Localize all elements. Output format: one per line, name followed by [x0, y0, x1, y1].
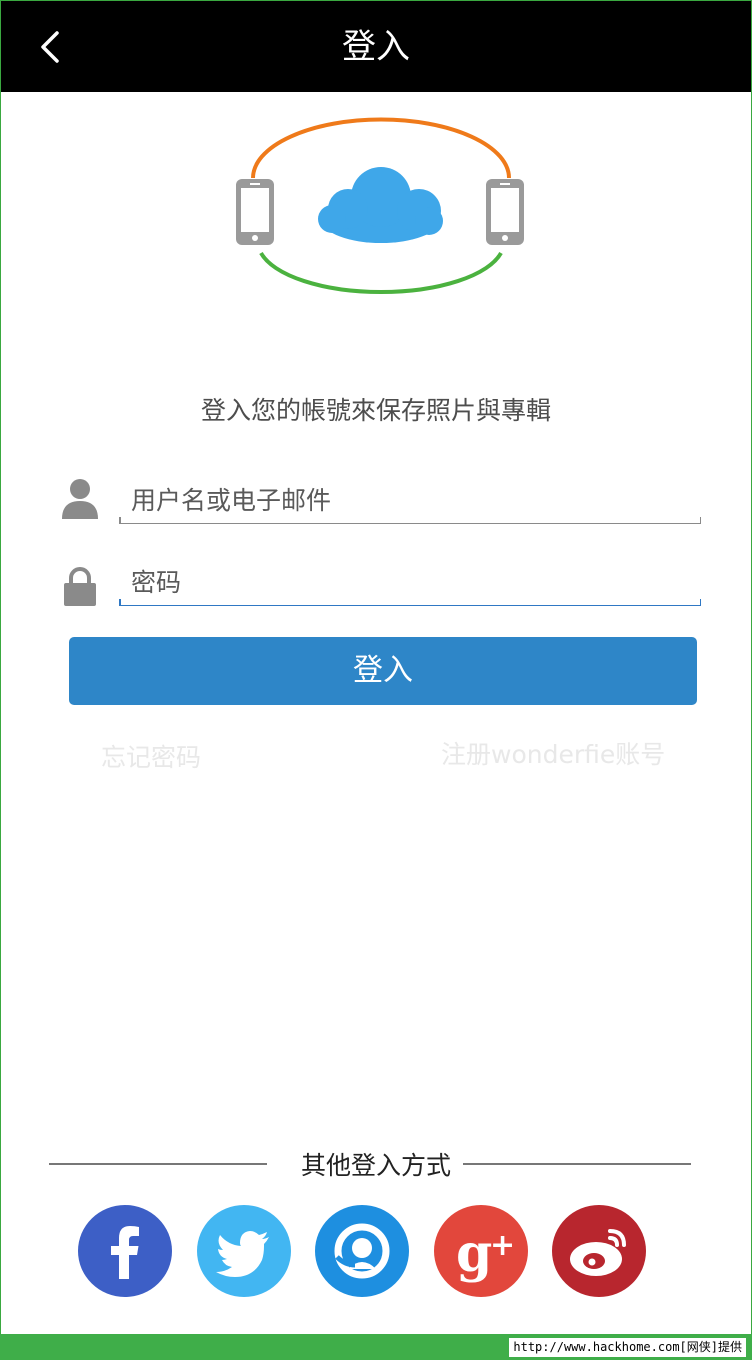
sync-arc-bottom — [259, 252, 503, 295]
phone-right-icon — [486, 179, 524, 245]
password-field — [119, 561, 701, 606]
twitter-icon — [216, 1231, 269, 1277]
svg-text:+: + — [490, 1228, 515, 1263]
watermark-text: http://www.hackhome.com[网侠]提供 — [509, 1338, 746, 1357]
weibo-login-button[interactable] — [552, 1205, 646, 1297]
page-title: 登入 — [342, 27, 410, 67]
username-input[interactable] — [131, 479, 691, 521]
password-input[interactable] — [131, 561, 691, 603]
qq-login-button[interactable] — [315, 1205, 409, 1297]
weibo-icon — [570, 1229, 626, 1276]
lock-icon — [64, 567, 96, 606]
svg-text:g: g — [456, 1223, 492, 1284]
login-screen: 登入 登入您的帳號來保存照片與專輯 用户名或电子邮件 登入 忘记密码 注册won… — [0, 0, 752, 1335]
qq-icon — [334, 1223, 390, 1279]
cloud-sync-illustration — [236, 117, 524, 295]
phone-left-icon — [236, 179, 274, 245]
facebook-icon — [111, 1226, 139, 1279]
facebook-login-button[interactable] — [78, 1205, 172, 1297]
google-plus-icon: g + — [456, 1223, 515, 1284]
username-field — [119, 479, 701, 524]
header-bar: 登入 — [1, 1, 751, 92]
twitter-login-button[interactable] — [197, 1205, 291, 1297]
google-plus-login-button[interactable]: g + — [434, 1205, 528, 1297]
login-button[interactable]: 登入 — [69, 637, 697, 705]
other-login-label: 其他登入方式 — [300, 1151, 451, 1180]
cloud-icon — [318, 167, 443, 243]
register-link[interactable]: 注册wonderfie账号 — [441, 735, 665, 771]
login-tagline: 登入您的帳號來保存照片與專輯 — [200, 396, 551, 425]
user-icon — [62, 479, 98, 519]
forgot-password-link[interactable]: 忘记密码 — [101, 738, 201, 774]
